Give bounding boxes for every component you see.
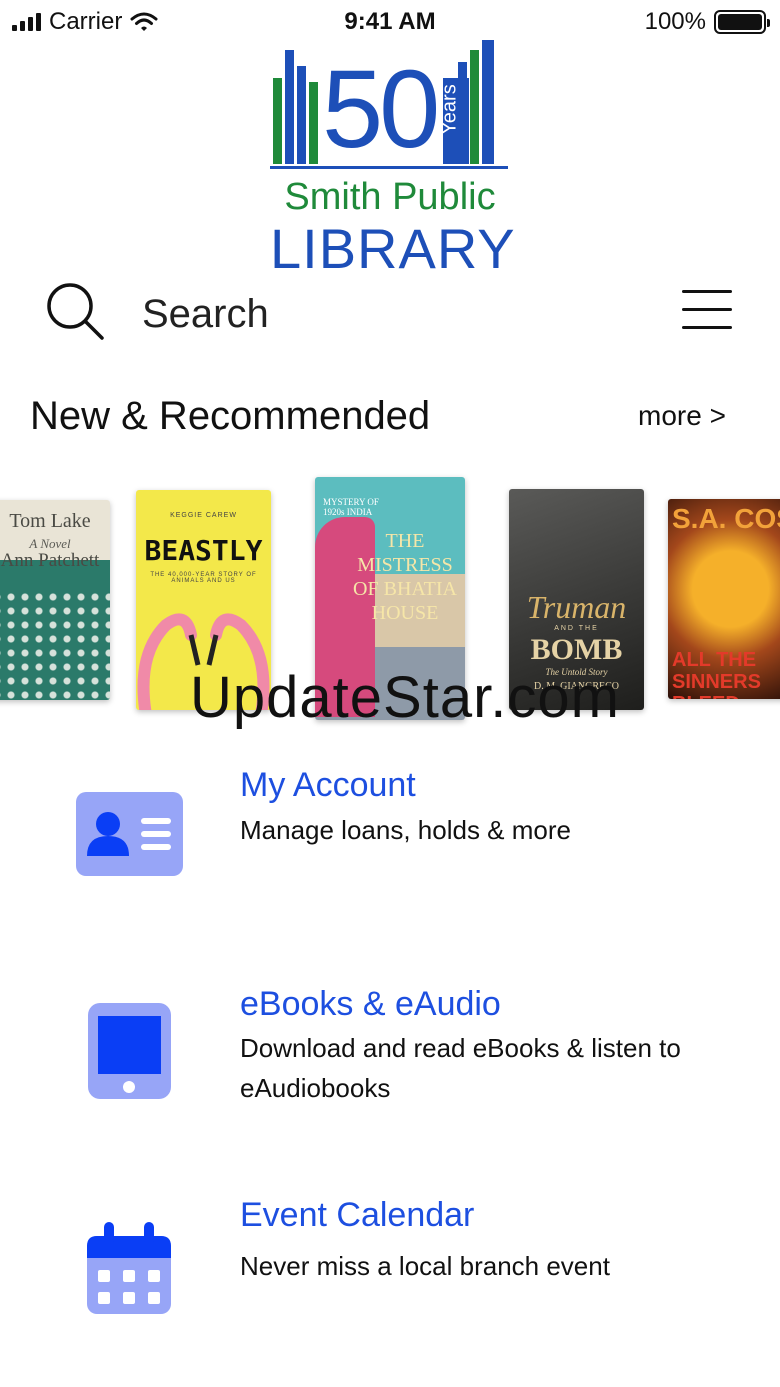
menu-item-description: Manage loans, holds & more xyxy=(240,815,571,845)
search-input[interactable]: Search xyxy=(142,292,269,337)
tablet-icon xyxy=(88,1003,171,1099)
more-link[interactable]: more > xyxy=(638,400,726,432)
watermark: UpdateStar.com xyxy=(190,665,620,730)
book-connector: AND THE xyxy=(554,625,599,632)
book-author: Ann Patchett xyxy=(0,550,100,571)
search-icon[interactable] xyxy=(44,280,106,342)
menu-item-description: Download and read eBooks & listen to eAu… xyxy=(240,1033,681,1103)
book-author: S.A. COSBY xyxy=(672,503,780,534)
book-cover[interactable]: S.A. COSBY ALL THE SINNERS BLEED xyxy=(668,499,780,699)
menu-item-title[interactable]: My Account xyxy=(240,766,416,805)
section-title: New & Recommended xyxy=(30,394,431,438)
hamburger-menu-icon[interactable] xyxy=(682,288,734,332)
menu-item-event-calendar[interactable]: Event Calendar Never miss a local branch… xyxy=(0,1196,780,1342)
logo-50: 50 xyxy=(322,48,440,171)
flower-pattern xyxy=(0,590,110,700)
menu-item-title[interactable]: Event Calendar xyxy=(240,1196,474,1235)
menu-item-description: Never miss a local branch event xyxy=(240,1251,610,1281)
menu-item-my-account[interactable]: My Account Manage loans, holds & more xyxy=(0,766,780,910)
book-author: KEGGIE CAREW xyxy=(170,512,237,519)
book-title: BEASTLY xyxy=(144,534,263,567)
book-title: Truman xyxy=(526,589,627,625)
book-title: Tom Lake xyxy=(9,510,91,532)
book-title: ALL THE SINNERS BLEED xyxy=(672,649,761,699)
book-title: THE MISTRESS OF BHATIA HOUSE xyxy=(353,530,457,624)
calendar-icon xyxy=(87,1222,171,1314)
logo-line2: LIBRARY xyxy=(270,217,516,280)
library-logo: 50 Years Smith Public LIBRARY xyxy=(270,38,515,280)
menu-item-title[interactable]: eBooks & eAudio xyxy=(240,985,501,1024)
book-title-2: BOMB xyxy=(530,633,623,666)
logo-line1: Smith Public xyxy=(284,176,496,218)
account-card-icon xyxy=(76,792,183,876)
book-subtitle: THE 40,000-YEAR STORY OF ANIMALS AND US xyxy=(150,572,257,584)
status-right: 100% xyxy=(644,8,770,36)
search-bar[interactable]: Search xyxy=(0,276,780,352)
battery-icon xyxy=(714,10,770,34)
book-subtitle: MYSTERY OF 1920s INDIA xyxy=(323,497,379,517)
logo-years: Years xyxy=(438,84,461,135)
menu-item-ebooks[interactable]: eBooks & eAudio Download and read eBooks… xyxy=(0,985,780,1133)
battery-percent: 100% xyxy=(644,8,706,35)
book-cover[interactable]: Tom Lake A Novel Ann Patchett xyxy=(0,500,110,700)
